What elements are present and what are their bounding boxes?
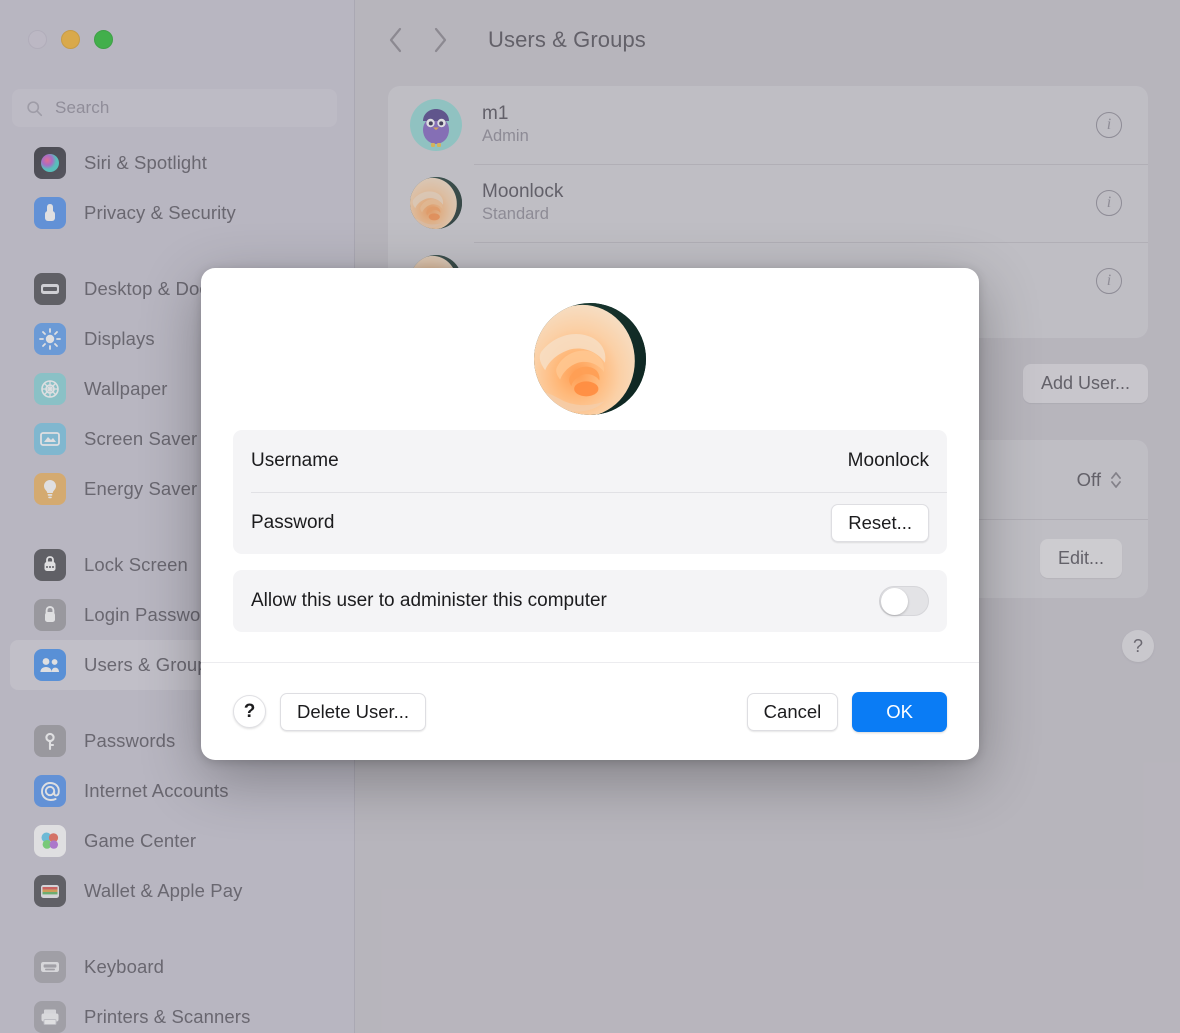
user-role: Standard: [482, 204, 1076, 225]
cancel-button[interactable]: Cancel: [747, 693, 839, 731]
toolbar: Users & Groups: [355, 0, 1180, 80]
user-texts: m1Admin: [482, 102, 1076, 147]
sidebar-group-separator: [0, 916, 355, 942]
displays-icon: [34, 323, 66, 355]
info-icon[interactable]: i: [1096, 112, 1122, 138]
admin-toggle-switch[interactable]: [879, 586, 929, 616]
auto-login-popup[interactable]: Off: [1077, 469, 1122, 491]
siri-icon: [34, 147, 66, 179]
printers-icon: [34, 1001, 66, 1033]
avatar[interactable]: [534, 303, 646, 415]
user-name: Moonlock: [482, 180, 1076, 204]
energy-icon: [34, 473, 66, 505]
sidebar-item-printers-scanners[interactable]: Printers & Scanners: [10, 992, 345, 1033]
sidebar-item-label: Internet Accounts: [84, 780, 229, 802]
admin-toggle-panel: Allow this user to administer this compu…: [233, 570, 947, 632]
admin-toggle-row: Allow this user to administer this compu…: [233, 570, 947, 632]
delete-user-button[interactable]: Delete User...: [280, 693, 426, 731]
sidebar-item-label: Lock Screen: [84, 554, 188, 576]
sidebar-item-label: Privacy & Security: [84, 202, 236, 224]
sidebar-item-label: Energy Saver: [84, 478, 197, 500]
passwords-icon: [34, 725, 66, 757]
sidebar-item-label: Users & Groups: [84, 654, 217, 676]
sidebar-item-label: Wallet & Apple Pay: [84, 880, 242, 902]
search-placeholder: Search: [55, 98, 109, 118]
sidebar-group-separator: [0, 238, 355, 264]
password-label: Password: [251, 512, 334, 534]
sidebar-item-game-center[interactable]: Game Center: [10, 816, 345, 866]
chevron-left-icon[interactable]: [388, 26, 404, 54]
login-password-icon: [34, 599, 66, 631]
user-role: Admin: [482, 126, 1076, 147]
edit-user-dialog: Username Moonlock Password Reset... Allo…: [201, 268, 979, 760]
sidebar-item-keyboard[interactable]: Keyboard: [10, 942, 345, 992]
minimize-window-button[interactable]: [61, 30, 80, 49]
username-row: Username Moonlock: [233, 430, 947, 492]
user-name: m1: [482, 102, 1076, 126]
dialog-help-button[interactable]: ?: [233, 695, 266, 728]
zoom-window-button[interactable]: [94, 30, 113, 49]
add-user-button[interactable]: Add User...: [1023, 364, 1148, 403]
sidebar-item-label: Siri & Spotlight: [84, 152, 207, 174]
page-title: Users & Groups: [488, 27, 646, 53]
traffic-lights: [28, 30, 113, 49]
reset-password-button[interactable]: Reset...: [831, 504, 929, 542]
sidebar-item-label: Printers & Scanners: [84, 1006, 250, 1028]
sidebar-item-internet-accounts[interactable]: Internet Accounts: [10, 766, 345, 816]
edit-button[interactable]: Edit...: [1040, 539, 1122, 578]
avatar: [410, 177, 462, 229]
close-window-button[interactable]: [28, 30, 47, 49]
internet-accounts-icon: [34, 775, 66, 807]
sidebar-item-label: Login Password: [84, 604, 217, 626]
sidebar-item-label: Keyboard: [84, 956, 164, 978]
table-row[interactable]: MoonlockStandard i: [388, 164, 1148, 242]
users-groups-icon: [34, 649, 66, 681]
chevron-right-icon[interactable]: [432, 26, 448, 54]
lock-screen-icon: [34, 549, 66, 581]
sidebar-item-label: Wallpaper: [84, 378, 168, 400]
dialog-footer: ? Delete User... Cancel OK: [201, 662, 979, 760]
sidebar-item-label: Displays: [84, 328, 155, 350]
info-icon[interactable]: i: [1096, 190, 1122, 216]
admin-toggle-label: Allow this user to administer this compu…: [251, 590, 607, 612]
sidebar-item-label: Game Center: [84, 830, 196, 852]
info-icon[interactable]: i: [1096, 268, 1122, 294]
game-center-icon: [34, 825, 66, 857]
search-field[interactable]: Search: [12, 89, 337, 127]
auto-login-value: Off: [1077, 469, 1101, 491]
sidebar-item-label: Passwords: [84, 730, 175, 752]
sidebar-item-privacy-security[interactable]: Privacy & Security: [10, 188, 345, 238]
search-icon: [26, 100, 43, 117]
sidebar-item-label: Screen Saver: [84, 428, 197, 450]
system-settings-window: Search Siri & Spotlight Privacy & Securit…: [0, 0, 1180, 1033]
updown-chevrons-icon: [1110, 469, 1122, 491]
table-row[interactable]: m1Admini: [388, 86, 1148, 164]
ok-button[interactable]: OK: [852, 692, 947, 732]
wallet-icon: [34, 875, 66, 907]
sidebar-item-siri-spotlight[interactable]: Siri & Spotlight: [10, 138, 345, 188]
sidebar-item-label: Desktop & Dock: [84, 278, 218, 300]
username-value[interactable]: Moonlock: [848, 450, 929, 472]
username-label: Username: [251, 450, 339, 472]
password-row: Password Reset...: [233, 492, 947, 554]
keyboard-icon: [34, 951, 66, 983]
page-help-button[interactable]: ?: [1122, 630, 1154, 662]
privacy-icon: [34, 197, 66, 229]
user-fields-panel: Username Moonlock Password Reset...: [233, 430, 947, 554]
toggle-knob: [881, 588, 908, 615]
avatar: [410, 99, 462, 151]
wallpaper-icon: [34, 373, 66, 405]
user-texts: MoonlockStandard: [482, 180, 1076, 225]
desktop-icon: [34, 273, 66, 305]
sidebar-item-wallet-apple-pay[interactable]: Wallet & Apple Pay: [10, 866, 345, 916]
screensaver-icon: [34, 423, 66, 455]
